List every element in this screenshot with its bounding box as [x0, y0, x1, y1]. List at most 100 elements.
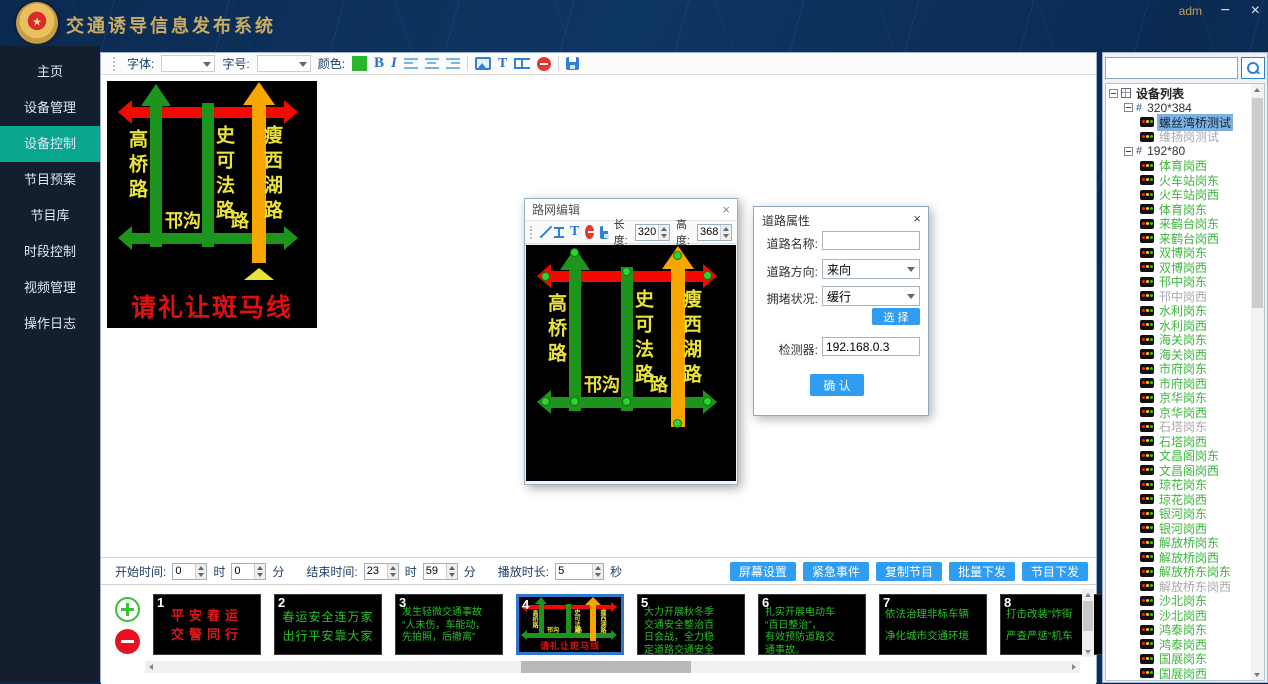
control-point[interactable]: [622, 267, 631, 276]
scroll-left-icon[interactable]: [145, 661, 157, 673]
playlist-horizontal-scrollbar[interactable]: [145, 661, 1080, 673]
control-point[interactable]: [570, 248, 579, 257]
align-center-icon[interactable]: [425, 58, 439, 69]
close-icon[interactable]: ×: [1251, 1, 1260, 21]
spinner-arrows[interactable]: [720, 225, 731, 240]
save-icon[interactable]: [600, 226, 608, 239]
text-tool-icon[interactable]: T: [498, 56, 507, 72]
road-name-input[interactable]: [822, 231, 920, 250]
playlist-item[interactable]: 3 发生轻微交通事故 “人未伤，车能动， 先拍照，后撤离” 高桥路 史可法路 瘦…: [395, 594, 503, 655]
control-point[interactable]: [541, 272, 550, 281]
add-program-icon[interactable]: [115, 597, 140, 622]
spinner-arrows[interactable]: [254, 564, 265, 579]
italic-icon[interactable]: I: [391, 55, 397, 72]
start-hour-spinner[interactable]: [172, 563, 207, 580]
start-minute-spinner[interactable]: [231, 563, 266, 580]
control-point[interactable]: [673, 251, 682, 260]
select-button[interactable]: 选 择: [872, 308, 920, 325]
road-direction-select[interactable]: 来向: [822, 259, 920, 279]
font-family-select[interactable]: [161, 55, 215, 72]
sidebar-item[interactable]: 主页: [0, 54, 100, 90]
sign-preview[interactable]: 高桥路 史可法路 瘦西湖路 邗沟 路 请礼让斑马线: [107, 81, 317, 328]
scrollbar-thumb[interactable]: [1083, 601, 1093, 631]
text-tool-icon[interactable]: T: [570, 224, 579, 240]
sidebar-item[interactable]: 设备控制: [0, 126, 100, 162]
detector-input[interactable]: [822, 337, 920, 356]
action-button[interactable]: 节目下发: [1022, 562, 1088, 581]
playlist-item[interactable]: 1 平安春运 交警同行 高桥路 史可法路 瘦西湖路 邗沟 路 请礼让斑马线: [153, 594, 261, 655]
bold-icon[interactable]: B: [374, 55, 384, 72]
road-tool-icon[interactable]: [554, 227, 564, 238]
spinner-arrows[interactable]: [195, 564, 206, 579]
playlist-item[interactable]: 7 依法治理非标车辆 净化城市交通环境 高桥路 史可法路 瘦西湖路 邗沟 路 请…: [879, 594, 987, 655]
scrollbar-thumb[interactable]: [521, 661, 691, 673]
align-left-icon[interactable]: [404, 58, 418, 69]
color-swatch[interactable]: [352, 56, 367, 71]
close-icon[interactable]: ×: [913, 211, 921, 226]
sidebar-item[interactable]: 设备管理: [0, 90, 100, 126]
draw-line-icon[interactable]: [539, 225, 548, 239]
control-point[interactable]: [570, 397, 579, 406]
height-input[interactable]: [698, 225, 720, 240]
playlist-vertical-scrollbar[interactable]: [1082, 589, 1094, 657]
congestion-select[interactable]: 缓行: [822, 286, 920, 306]
confirm-button[interactable]: 确 认: [810, 374, 864, 396]
expand-toggle-icon[interactable]: [1124, 147, 1133, 156]
logged-in-user[interactable]: adm: [1179, 4, 1202, 18]
tree-node[interactable]: # 国展岗西: [1109, 666, 1250, 681]
playlist-item[interactable]: 2 春运安全连万家 出行平安靠大家 高桥路 史可法路 瘦西湖路 邗沟 路 请礼让…: [274, 594, 382, 655]
sidebar-item[interactable]: 时段控制: [0, 234, 100, 270]
action-button[interactable]: 紧急事件: [803, 562, 869, 581]
scroll-down-icon[interactable]: [1082, 646, 1094, 657]
end-hour-spinner[interactable]: [364, 563, 399, 580]
scroll-down-icon[interactable]: [1251, 669, 1263, 680]
tree-node[interactable]: # 设备列表: [1109, 86, 1250, 101]
delete-icon[interactable]: [537, 57, 551, 71]
dialog-titlebar[interactable]: 路网编辑 ×: [525, 199, 737, 221]
spinner-arrows[interactable]: [592, 564, 603, 579]
duration-input[interactable]: [556, 564, 592, 579]
tree-node[interactable]: # 维扬岗测试: [1109, 130, 1250, 145]
control-point[interactable]: [622, 397, 631, 406]
spinner-arrows[interactable]: [387, 564, 398, 579]
length-input[interactable]: [636, 225, 658, 240]
align-right-icon[interactable]: [446, 58, 460, 69]
duration-spinner[interactable]: [555, 563, 604, 580]
expand-toggle-icon[interactable]: [1124, 103, 1133, 112]
height-spinner[interactable]: [697, 224, 732, 241]
control-point[interactable]: [703, 271, 712, 280]
end-minute-spinner[interactable]: [423, 563, 458, 580]
scroll-up-icon[interactable]: [1251, 84, 1263, 95]
delete-icon[interactable]: [585, 225, 593, 239]
control-point[interactable]: [673, 419, 682, 428]
minimize-icon[interactable]: −: [1221, 1, 1230, 21]
scroll-right-icon[interactable]: [1068, 661, 1080, 673]
font-size-select[interactable]: [257, 55, 311, 72]
control-point[interactable]: [541, 397, 550, 406]
spinner-arrows[interactable]: [446, 564, 457, 579]
insert-image-icon[interactable]: [475, 57, 491, 70]
scrollbar-thumb[interactable]: [1252, 98, 1263, 308]
sidebar-item[interactable]: 操作日志: [0, 306, 100, 342]
start-hour-input[interactable]: [173, 564, 195, 579]
control-point[interactable]: [703, 397, 712, 406]
road-network-icon[interactable]: [514, 58, 530, 69]
end-hour-input[interactable]: [365, 564, 387, 579]
sidebar-item[interactable]: 节目预案: [0, 162, 100, 198]
search-input[interactable]: [1105, 57, 1238, 79]
scroll-up-icon[interactable]: [1082, 589, 1094, 600]
length-spinner[interactable]: [635, 224, 670, 241]
sidebar-item[interactable]: 节目库: [0, 198, 100, 234]
end-minute-input[interactable]: [424, 564, 446, 579]
save-icon[interactable]: [566, 57, 579, 70]
spinner-arrows[interactable]: [658, 225, 669, 240]
sidebar-item[interactable]: 视频管理: [0, 270, 100, 306]
playlist-item[interactable]: 5 大力开展秋冬季 交通安全整治百 日会战，全力稳 定道路交通安全 形势！ 高桥…: [637, 594, 745, 655]
playlist-item[interactable]: 6 扎实开展电动车 “百日整治”， 有效预防道路交 通事故。 高桥路 史可法路 …: [758, 594, 866, 655]
action-button[interactable]: 复制节目: [876, 562, 942, 581]
search-icon[interactable]: [1241, 57, 1265, 79]
playlist-item[interactable]: 4 高桥路 史可法路 瘦西湖路 邗沟 路 请礼让斑马线: [516, 594, 624, 655]
tree-scrollbar[interactable]: [1251, 84, 1264, 680]
action-button[interactable]: 屏幕设置: [730, 562, 796, 581]
editor-canvas[interactable]: 高桥路 史可法路 瘦西湖路 邗沟 路: [526, 245, 736, 481]
